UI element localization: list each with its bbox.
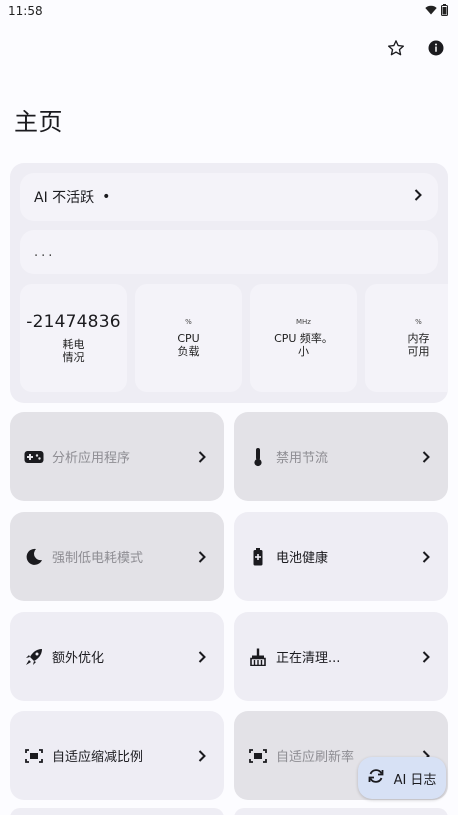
feature-label: 额外优化 xyxy=(52,651,105,666)
moon-icon xyxy=(24,547,44,567)
stat-tile-memory: % 内存 可用 xyxy=(365,284,448,392)
ai-placeholder-row: ... xyxy=(20,230,438,274)
feature-force-doze[interactable]: 强制低电耗模式 xyxy=(10,512,224,601)
ai-placeholder-text: ... xyxy=(34,244,56,260)
feature-battery-health[interactable]: 电池健康 xyxy=(234,512,448,601)
status-bar: 11:58 xyxy=(0,0,458,22)
stat-unit: % xyxy=(415,318,422,326)
stat-unit: MHz xyxy=(296,318,311,326)
feature-analyze-apps[interactable]: 分析应用程序 xyxy=(10,412,224,501)
overview-card: AI 不活跃 • ... -21474836 耗电 情况 % CPU 负载 MH… xyxy=(10,163,448,403)
feature-label: 自适应缩减比例 xyxy=(52,750,144,765)
stats-row: -21474836 耗电 情况 % CPU 负载 MHz CPU 频率。 小 %… xyxy=(20,284,448,392)
stat-label: 耗电 情况 xyxy=(62,338,85,364)
stat-value: -21474836 xyxy=(26,312,121,332)
stat-label: CPU 频率。 小 xyxy=(274,332,333,358)
gamepad-icon xyxy=(24,447,44,467)
feature-card-peek xyxy=(10,808,224,815)
toolbar-actions xyxy=(384,36,448,60)
ai-status-dot: • xyxy=(102,189,111,205)
thermometer-icon xyxy=(248,447,268,467)
chevron-right-icon xyxy=(414,189,422,205)
favorite-star-icon[interactable] xyxy=(384,36,408,60)
ai-log-fab[interactable]: AI 日志 xyxy=(358,757,446,799)
feature-extra-optimization[interactable]: 额外优化 xyxy=(10,612,224,701)
feature-label: 分析应用程序 xyxy=(52,451,131,466)
fab-label: AI 日志 xyxy=(393,772,437,788)
feature-card-peek xyxy=(234,808,448,815)
chevron-right-icon xyxy=(196,649,208,665)
chevron-right-icon xyxy=(420,649,432,665)
chevron-right-icon xyxy=(196,449,208,465)
stat-tile-cpu-load: % CPU 负载 xyxy=(135,284,242,392)
chevron-right-icon xyxy=(420,549,432,565)
broom-icon xyxy=(248,647,268,667)
feature-disable-throttling[interactable]: 禁用节流 xyxy=(234,412,448,501)
wifi-icon xyxy=(425,4,437,18)
status-time: 11:58 xyxy=(8,4,43,18)
info-icon[interactable] xyxy=(424,36,448,60)
chevron-right-icon xyxy=(420,449,432,465)
chevron-right-icon xyxy=(196,748,208,764)
refresh-icon xyxy=(368,768,384,788)
battery-icon xyxy=(441,3,448,19)
feature-label: 正在清理... xyxy=(276,651,341,666)
battery-plus-icon xyxy=(248,547,268,567)
feature-label: 禁用节流 xyxy=(276,451,329,466)
stat-tile-power: -21474836 耗电 情况 xyxy=(20,284,127,392)
feature-cleaning[interactable]: 正在清理... xyxy=(234,612,448,701)
feature-adaptive-downscale[interactable]: 自适应缩减比例 xyxy=(10,711,224,800)
screen-scale-icon xyxy=(24,746,44,766)
rocket-icon xyxy=(24,647,44,667)
feature-label: 电池健康 xyxy=(276,551,329,566)
stat-tile-cpu-freq: MHz CPU 频率。 小 xyxy=(250,284,357,392)
chevron-right-icon xyxy=(196,549,208,565)
feature-label: 强制低电耗模式 xyxy=(52,551,144,566)
page-title: 主页 xyxy=(14,108,63,136)
ai-status-text: AI 不活跃 xyxy=(34,190,95,206)
stat-label: 内存 可用 xyxy=(407,332,430,358)
ai-status-row[interactable]: AI 不活跃 • xyxy=(20,173,438,221)
stat-unit: % xyxy=(185,318,192,326)
screen-refresh-icon xyxy=(248,746,268,766)
stat-label: CPU 负载 xyxy=(177,332,200,358)
